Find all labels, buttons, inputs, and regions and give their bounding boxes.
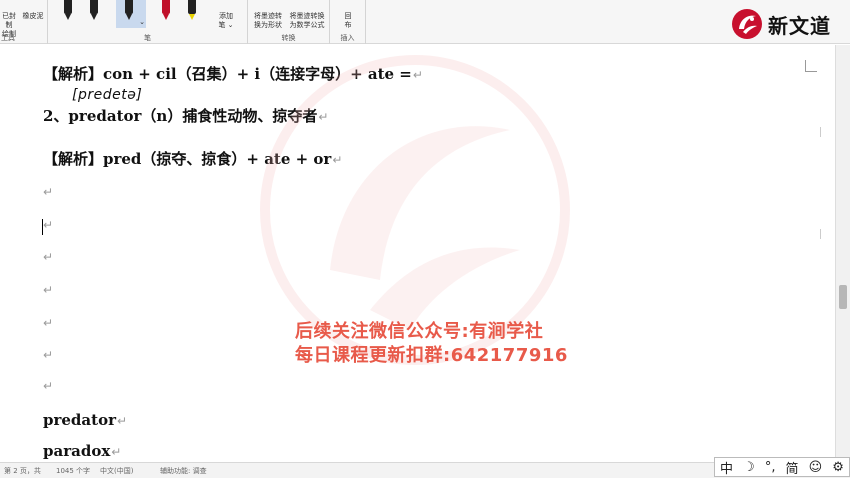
paragraph-mark[interactable]: ↵ xyxy=(43,185,53,199)
paragraph-mark[interactable]: ↵ xyxy=(43,348,53,362)
ink-to-math-button[interactable]: 将墨迹转换 为数学公式 xyxy=(286,12,328,30)
highlighter-yellow[interactable] xyxy=(186,0,198,22)
vertical-scrollbar[interactable] xyxy=(835,45,850,460)
ribbon-toolbar: 已封制 绘制 橡皮泥 工具 ⌄ 添加笔 ⌄ 笔 将墨迹转 换为形状 将墨迹转换 为数学… xyxy=(0,0,850,44)
pen-black-1[interactable] xyxy=(62,0,74,22)
doc-paragraph[interactable]: predator↵ xyxy=(43,411,127,429)
watermark-line-2: 每日课程更新扣群:642177916 xyxy=(295,345,568,366)
brand-name: 新文道 xyxy=(768,13,831,38)
moon-icon[interactable]: ☽ xyxy=(743,460,755,475)
brand-emblem-icon xyxy=(732,9,762,39)
margin-corner-mark xyxy=(805,60,817,72)
tools-group-label: 工具 xyxy=(1,34,15,42)
pen-red[interactable] xyxy=(160,0,172,22)
brand-logo: 新文道 xyxy=(730,6,831,42)
tools-group: 已封制 绘制 橡皮泥 工具 xyxy=(0,0,48,44)
doc-paragraph[interactable]: paradox↵ xyxy=(43,442,121,460)
margin-guide xyxy=(820,229,821,239)
pens-group: ⌄ 添加笔 ⌄ 笔 xyxy=(48,0,248,44)
margin-guide xyxy=(820,127,821,137)
ink-to-shape-button[interactable]: 将墨迹转 换为形状 xyxy=(250,12,286,30)
ime-simplified-toggle[interactable]: 简 xyxy=(786,458,799,477)
screen: 已封制 绘制 橡皮泥 工具 ⌄ 添加笔 ⌄ 笔 将墨迹转 换为形状 将墨迹转换 为数学… xyxy=(0,0,850,478)
eraser-tool[interactable]: 橡皮泥 xyxy=(20,12,46,21)
scrollbar-thumb[interactable] xyxy=(839,285,847,309)
gear-icon[interactable]: ⚙ xyxy=(832,460,844,475)
status-page-count[interactable]: 第 2 页，共 xyxy=(4,466,41,476)
handwritten-ink: [predetə] xyxy=(72,87,143,103)
ime-toolbar: 中 ☽ °, 简 ☺ ⚙ xyxy=(714,457,850,477)
convert-group: 将墨迹转 换为形状 将墨迹转换 为数学公式 转换 xyxy=(248,0,330,44)
text-cursor xyxy=(42,219,43,235)
ime-punctuation-toggle[interactable]: °, xyxy=(765,460,776,475)
pen-black-2[interactable] xyxy=(88,0,100,22)
paragraph-mark[interactable]: ↵ xyxy=(43,218,53,232)
insert-group: 回布 插入 xyxy=(330,0,366,44)
emoji-icon[interactable]: ☺ xyxy=(809,460,823,475)
ime-language-toggle[interactable]: 中 xyxy=(720,458,733,477)
convert-group-label: 转换 xyxy=(281,34,296,42)
status-language[interactable]: 中文(中国) xyxy=(100,466,133,476)
insert-group-label: 插入 xyxy=(340,34,355,42)
chevron-down-icon[interactable]: ⌄ xyxy=(139,18,145,26)
paragraph-mark[interactable]: ↵ xyxy=(43,250,53,264)
status-word-count[interactable]: 1045 个字 xyxy=(56,466,90,476)
status-accessibility[interactable]: 辅助功能: 调查 xyxy=(160,466,207,476)
watermark-line-1: 后续关注微信公众号:有涧学社 xyxy=(295,321,544,342)
paragraph-mark[interactable]: ↵ xyxy=(43,283,53,297)
paragraph-mark[interactable]: ↵ xyxy=(43,316,53,330)
pen-selected[interactable]: ⌄ xyxy=(116,0,146,28)
paragraph-mark[interactable]: ↵ xyxy=(43,379,53,393)
add-pen-button[interactable]: 添加笔 ⌄ xyxy=(214,12,238,30)
insert-canvas-button[interactable]: 回布 xyxy=(334,12,362,30)
pens-group-label: 笔 xyxy=(144,34,151,42)
